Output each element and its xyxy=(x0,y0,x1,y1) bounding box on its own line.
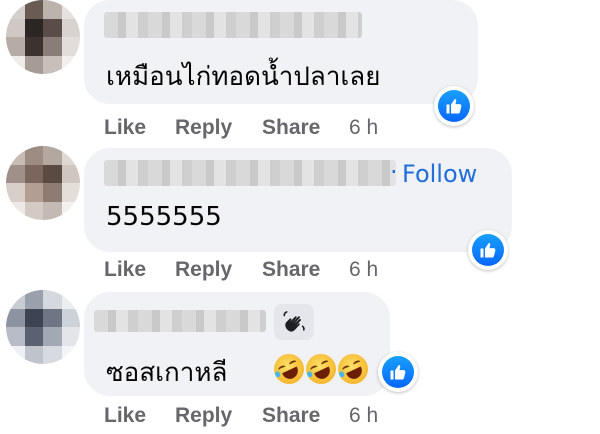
comment-actions: Like Reply Share 6 h xyxy=(104,258,378,282)
timestamp[interactable]: 6 h xyxy=(349,116,378,140)
author-name-blurred[interactable] xyxy=(104,160,396,186)
like-link[interactable]: Like xyxy=(104,116,175,140)
badge-icon-container xyxy=(274,304,314,340)
like-link[interactable]: Like xyxy=(104,258,175,282)
comment-text: 5555555 xyxy=(106,202,222,232)
reply-link[interactable]: Reply xyxy=(175,258,262,282)
share-link[interactable]: Share xyxy=(262,404,349,428)
avatar[interactable] xyxy=(6,146,80,220)
separator-dot: · xyxy=(390,158,398,186)
reply-link[interactable]: Reply xyxy=(175,404,262,428)
comment-bubble: · Follow 5555555 xyxy=(84,148,512,252)
rolling-laughing-emoji xyxy=(333,349,373,389)
timestamp[interactable]: 6 h xyxy=(349,404,378,428)
like-reaction-badge[interactable] xyxy=(378,352,418,392)
comment-bubble: เหมือนไก่ทอดน้ำปลาเลย xyxy=(84,0,478,104)
like-reaction-badge[interactable] xyxy=(434,86,474,126)
follow-button[interactable]: Follow xyxy=(402,160,477,188)
avatar[interactable] xyxy=(6,0,80,74)
like-icon xyxy=(446,99,462,114)
comment-bubble: ซอสเกาหลี xyxy=(84,292,390,396)
comment-text: ซอสเกาหลี xyxy=(106,358,228,388)
emoji-row xyxy=(269,349,373,389)
author-name-blurred[interactable] xyxy=(94,310,266,332)
rolling-laughing-emoji xyxy=(269,349,309,389)
author-name-blurred[interactable] xyxy=(104,12,362,38)
comment-actions: Like Reply Share 6 h xyxy=(104,116,378,140)
waving-hand-icon xyxy=(283,311,305,332)
comment-text: เหมือนไก่ทอดน้ำปลาเลย xyxy=(106,62,381,92)
share-link[interactable]: Share xyxy=(262,116,349,140)
rolling-laughing-emoji xyxy=(301,349,341,389)
like-icon xyxy=(480,243,496,258)
like-reaction-badge[interactable] xyxy=(468,230,508,270)
share-link[interactable]: Share xyxy=(262,258,349,282)
reply-link[interactable]: Reply xyxy=(175,116,262,140)
timestamp[interactable]: 6 h xyxy=(349,258,378,282)
comment-actions: Like Reply Share 6 h xyxy=(104,404,378,428)
avatar[interactable] xyxy=(6,290,80,364)
like-icon xyxy=(390,365,406,380)
like-link[interactable]: Like xyxy=(104,404,175,428)
